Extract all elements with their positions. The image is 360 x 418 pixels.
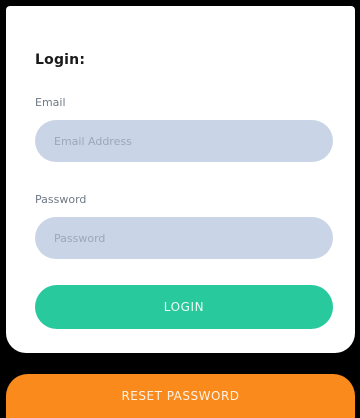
login-title: Login: — [35, 52, 86, 68]
login-button[interactable]: LOGIN — [35, 285, 333, 329]
password-input[interactable] — [35, 217, 333, 259]
email-input[interactable] — [35, 120, 333, 162]
email-label: Email — [35, 96, 66, 109]
login-card: Login: Email Password LOGIN — [6, 6, 355, 353]
reset-password-button[interactable]: RESET PASSWORD — [6, 374, 355, 418]
password-label: Password — [35, 193, 87, 206]
